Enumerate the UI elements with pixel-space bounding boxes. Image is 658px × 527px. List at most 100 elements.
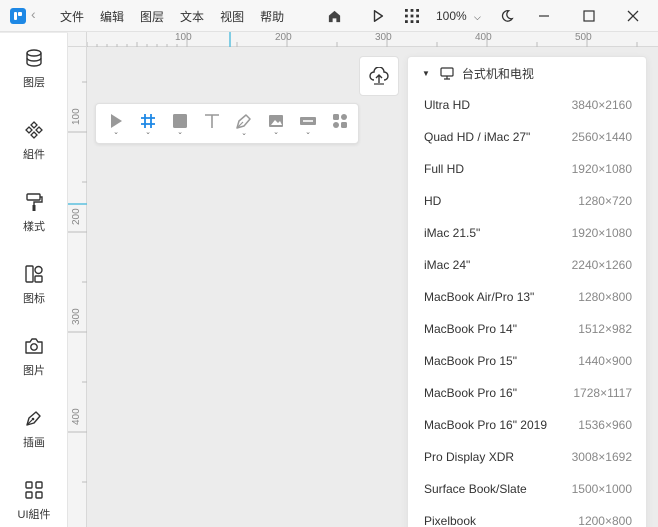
input-bar-icon: [300, 117, 316, 125]
preset-size: 2240×1260: [571, 258, 632, 272]
chevron-down-icon: ⌄: [241, 130, 247, 137]
preset-category-title: 台式机和电视: [461, 66, 534, 81]
component-tool-button[interactable]: ⌄: [292, 104, 324, 145]
pen-nib-icon: [22, 406, 46, 430]
paint-roller-icon: [22, 190, 46, 214]
chevron-down-icon: ⌵: [474, 12, 481, 22]
sidebar-item-ui-components[interactable]: UI組件: [0, 478, 68, 527]
preset-size: 1280×800: [578, 290, 632, 304]
preset-item[interactable]: HD 1280×720: [408, 185, 646, 217]
preset-name: iMac 24": [424, 258, 471, 272]
cloud-upload-button[interactable]: [359, 56, 399, 96]
chevron-down-icon: ⌄: [305, 129, 311, 136]
maximize-icon[interactable]: [579, 0, 599, 32]
preset-item[interactable]: Ultra HD 3840×2160: [408, 89, 646, 121]
camera-icon: [22, 334, 46, 358]
ruler-vertical[interactable]: 100 200 300 400: [68, 47, 87, 527]
preset-item[interactable]: Quad HD / iMac 27" 2560×1440: [408, 121, 646, 153]
sidebar-item-label: UI組件: [17, 509, 51, 521]
preset-item[interactable]: Full HD 1920×1080: [408, 153, 646, 185]
preset-item[interactable]: MacBook Pro 16" 2019 1536×960: [408, 409, 646, 441]
ruler-corner: [68, 32, 87, 47]
preset-size: 1280×720: [578, 194, 632, 208]
sidebar-item-label: 插画: [23, 437, 45, 449]
app-logo-icon[interactable]: [10, 8, 26, 24]
sidebar-item-icons[interactable]: 图标: [0, 262, 68, 322]
plugin-tool-button[interactable]: [324, 104, 356, 145]
preset-size: 3840×2160: [571, 98, 632, 112]
ruler-tick-label: 400: [71, 408, 82, 425]
close-icon[interactable]: [623, 0, 643, 32]
sidebar-item-styles[interactable]: 樣式: [0, 190, 68, 250]
grid-icon: [22, 478, 46, 502]
pen-tool-button[interactable]: ⌄: [228, 104, 260, 145]
sidebar-item-label: 图片: [23, 365, 45, 377]
components-icon: [22, 118, 46, 142]
sidebar-item-label: 組件: [23, 149, 45, 161]
zoom-dropdown[interactable]: 100% ⌵: [436, 9, 481, 23]
left-sidebar: 图层 組件 樣式 图标 图片 插画 UI組件: [0, 33, 68, 527]
ruler-tick-label: 400: [475, 32, 492, 43]
preset-size: 1728×1117: [573, 386, 632, 400]
text-t-icon: [205, 114, 219, 128]
preset-item[interactable]: MacBook Pro 15" 1440×900: [408, 345, 646, 377]
image-tool-button[interactable]: ⌄: [260, 104, 292, 145]
apps-grid-icon[interactable]: [402, 0, 422, 32]
preset-size: 2560×1440: [571, 130, 632, 144]
sidebar-item-components[interactable]: 組件: [0, 118, 68, 178]
caret-down-icon: ▼: [422, 68, 430, 78]
monitor-icon: [440, 66, 454, 80]
preset-name: MacBook Pro 16": [424, 386, 517, 400]
title-bar: ‹ 文件 编辑 图层 文本 视图 帮助 100% ⌵: [0, 0, 658, 32]
menu-edit[interactable]: 编辑: [100, 8, 124, 25]
preset-name: iMac 21.5": [424, 226, 481, 240]
ruler-tick-label: 200: [71, 208, 82, 225]
minimize-icon[interactable]: [534, 0, 554, 32]
frame-tool-button[interactable]: ⌄: [132, 104, 164, 145]
cloud-upload-icon: [369, 67, 389, 85]
menu-bar: 文件 编辑 图层 文本 视图 帮助: [60, 0, 300, 32]
sidebar-item-images[interactable]: 图片: [0, 334, 68, 394]
preset-name: MacBook Air/Pro 13": [424, 290, 535, 304]
preset-size: 1920×1080: [571, 226, 632, 240]
sidebar-item-layers[interactable]: 图层: [0, 46, 68, 106]
sidebar-item-label: 图标: [23, 293, 45, 305]
chevron-down-icon: ⌄: [177, 129, 183, 136]
dark-mode-moon-icon[interactable]: [497, 0, 517, 32]
ruler-tick-label: 100: [175, 32, 192, 43]
chevron-down-icon: ⌄: [273, 129, 279, 136]
ruler-horizontal[interactable]: 100 200 300 400 500: [87, 32, 658, 47]
play-icon[interactable]: [368, 0, 388, 32]
preset-name: MacBook Pro 15": [424, 354, 517, 368]
sidebar-item-illustrations[interactable]: 插画: [0, 406, 68, 466]
menu-view[interactable]: 视图: [220, 8, 244, 25]
zoom-value: 100%: [436, 9, 467, 23]
layers-icon: [22, 46, 46, 70]
back-chevron-icon[interactable]: ‹: [31, 6, 36, 22]
preset-item[interactable]: Pro Display XDR 3008×1692: [408, 441, 646, 473]
tools-toolbar: ⌄ ⌄ ⌄ ⌄ ⌄ ⌄: [95, 103, 359, 144]
preset-name: Pro Display XDR: [424, 450, 515, 464]
preset-name: MacBook Pro 16" 2019: [424, 418, 547, 432]
icons-icon: [22, 262, 46, 286]
menu-help[interactable]: 帮助: [260, 8, 284, 25]
preset-name: Quad HD / iMac 27": [424, 130, 531, 144]
preset-item[interactable]: MacBook Pro 14" 1512×982: [408, 313, 646, 345]
preset-item[interactable]: MacBook Pro 16" 1728×1117: [408, 377, 646, 409]
menu-layer[interactable]: 图层: [140, 8, 164, 25]
menu-text[interactable]: 文本: [180, 8, 204, 25]
rectangle-tool-button[interactable]: ⌄: [164, 104, 196, 145]
preset-item[interactable]: iMac 24" 2240×1260: [408, 249, 646, 281]
move-tool-button[interactable]: ⌄: [100, 104, 132, 145]
ruler-tick-label: 300: [71, 308, 82, 325]
preset-item[interactable]: Pixelbook 1200×800: [408, 505, 646, 527]
preset-size: 1920×1080: [571, 162, 632, 176]
menu-file[interactable]: 文件: [60, 8, 84, 25]
home-icon[interactable]: [324, 0, 344, 32]
hash-frame-icon: [141, 114, 155, 128]
text-tool-button[interactable]: [196, 104, 228, 145]
preset-item[interactable]: MacBook Air/Pro 13" 1280×800: [408, 281, 646, 313]
preset-category-header[interactable]: ▼ 台式机和电视: [408, 57, 646, 89]
preset-item[interactable]: iMac 21.5" 1920×1080: [408, 217, 646, 249]
preset-item[interactable]: Surface Book/Slate 1500×1000: [408, 473, 646, 505]
